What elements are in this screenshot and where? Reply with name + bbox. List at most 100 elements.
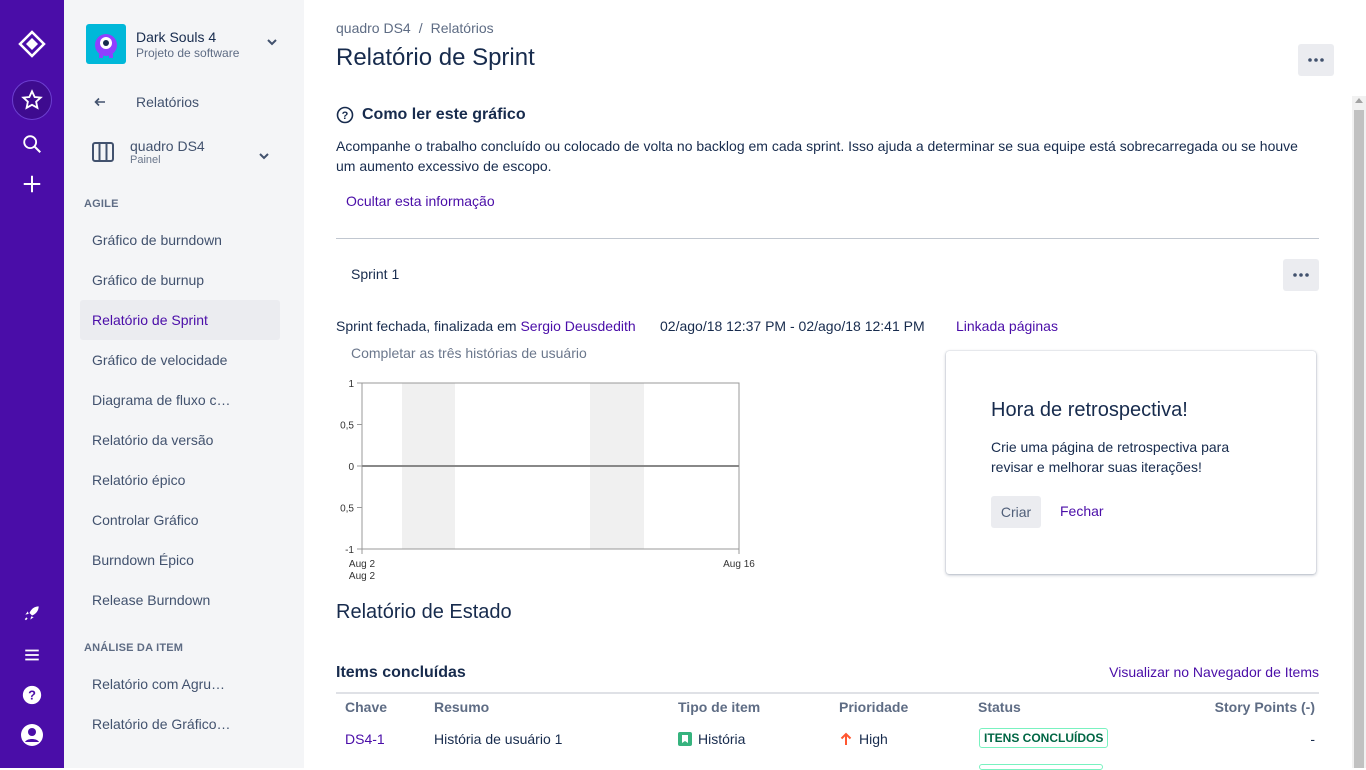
y-tick-label: 0,5 [340,421,354,432]
section-heading-agile: AGILE [84,198,119,210]
sprint-chart: 1 0,5 0 0,5 -1 Aug 2 Aug 16 Aug 2 [340,379,755,582]
x-tick-label: Aug 16 [723,559,755,570]
star-icon[interactable] [12,80,52,120]
svg-text:?: ? [28,688,36,703]
board-icon [92,142,114,162]
linked-pages-link[interactable]: Linkada páginas [956,318,1058,334]
sidebar-item-grouped-report[interactable]: Relatório com Agru… [80,664,280,704]
section-heading-analysis: ANÁLISE DA ITEM [84,642,184,654]
project-type: Projeto de software [136,45,240,60]
sprint-goal: Completar as três histórias de usuário [351,345,587,361]
sprint-user-link[interactable]: Sergio Deusdedith [520,318,635,334]
sidebar-item-sprint-report[interactable]: Relatório de Sprint [80,300,280,340]
y-tick-label: 1 [348,379,354,390]
issue-navigator-link[interactable]: Visualizar no Navegador de Items [1109,664,1319,680]
rocket-icon[interactable] [12,593,52,633]
project-sidebar: Dark Souls 4 Projeto de software Relatór… [64,0,304,768]
breadcrumb-board[interactable]: quadro DS4 [336,20,411,36]
column-header-summary[interactable]: Resumo [434,699,489,715]
chevron-down-icon[interactable] [266,36,278,51]
report-description: Acompanhe o trabalho concluído ou coloca… [336,138,1298,174]
y-tick-label: 0 [348,462,354,473]
arrow-left-icon [94,97,105,107]
chevron-down-icon[interactable] [258,150,270,165]
column-header-priority[interactable]: Prioridade [839,699,908,715]
sidebar-item-epic-report[interactable]: Relatório épico [80,460,280,500]
issue-priority: High [839,731,888,747]
sidebar-item-control-chart[interactable]: Controlar Gráfico [80,500,280,540]
sidebar-item-epic-burndown[interactable]: Burndown Épico [80,540,280,580]
column-header-story-points[interactable]: Story Points (-) [1215,699,1315,715]
scrollbar[interactable] [1352,96,1366,768]
main-content: quadro DS4 / Relatórios Relatório de Sprin… [304,0,1352,770]
y-tick-label: 0,5 [340,504,354,515]
issue-priority-label: High [859,731,888,747]
menu-icon[interactable] [12,635,52,675]
sidebar-item-burnup[interactable]: Gráfico de burnup [80,260,280,300]
svg-text:?: ? [342,110,349,122]
back-to-reports[interactable]: Relatórios [94,94,199,110]
question-circle-icon: ? [336,106,354,124]
divider [336,238,1319,239]
issue-type: História [678,731,745,747]
sprint-dates: 02/ago/18 12:37 PM - 02/ago/18 12:41 PM [660,318,925,334]
retrospective-card: Hora de retrospectiva! Crie uma página d… [946,351,1316,574]
project-avatar [86,24,126,64]
completed-items-heading: Items concluídas [336,664,466,681]
sprint-status: Sprint fechada, finalizada em Sergio Deu… [336,318,636,334]
search-icon[interactable] [12,124,52,164]
user-icon[interactable] [12,715,52,755]
status-report-heading: Relatório de Estado [336,601,512,623]
column-header-status[interactable]: Status [978,699,1021,715]
global-navigation: ? [0,0,64,768]
project-name: Dark Souls 4 [136,28,217,45]
sidebar-item-burndown[interactable]: Gráfico de burndown [80,220,280,260]
story-icon [678,732,692,746]
breadcrumb: quadro DS4 / Relatórios [336,20,494,36]
issue-summary: História de usuário 1 [434,731,563,747]
board-switcher[interactable]: quadro DS4 Painel [92,138,205,166]
sidebar-item-velocity[interactable]: Gráfico de velocidade [80,340,280,380]
status-badge [979,764,1103,770]
sidebar-item-version-report[interactable]: Relatório da versão [80,420,280,460]
close-button[interactable]: Fechar [1060,503,1104,519]
issue-key-link[interactable]: DS4-1 [345,731,385,747]
create-button[interactable]: Criar [991,496,1041,528]
breadcrumb-separator: / [418,20,423,36]
help-icon[interactable]: ? [12,675,52,715]
x-tick-label: Aug 2 [349,559,376,570]
board-name: quadro DS4 [130,138,205,154]
column-header-type[interactable]: Tipo de item [678,699,760,715]
scroll-up-arrow-icon[interactable] [1355,98,1363,103]
sprint-status-text: Sprint fechada, finalizada em [336,318,517,334]
sprint-selector[interactable]: Sprint 1 [351,266,399,282]
hide-info-link[interactable]: Ocultar esta informação [346,193,495,209]
retro-title: Hora de retrospectiva! [991,399,1188,421]
more-icon [1293,273,1309,277]
board-subtitle: Painel [130,154,161,166]
page-more-button[interactable] [1298,44,1334,76]
priority-high-icon [840,732,852,745]
sprint-more-button[interactable] [1283,259,1319,291]
jira-logo-icon[interactable] [12,24,52,64]
breadcrumb-reports[interactable]: Relatórios [431,20,494,36]
page-title: Relatório de Sprint [336,44,535,71]
issue-type-label: História [698,731,746,747]
plus-icon[interactable] [12,164,52,204]
status-badge: ITENS CONCLUÍDOS [979,728,1109,748]
how-to-heading: Como ler este gráfico [362,106,526,123]
more-icon [1308,58,1324,62]
project-switcher[interactable]: Dark Souls 4 Projeto de software [86,24,239,64]
how-to-read: ? Como ler este gráfico [336,106,526,124]
column-header-key[interactable]: Chave [345,699,387,715]
retro-body: Crie uma página de retrospectiva para re… [991,439,1230,475]
x-sublabel: Aug 2 [349,571,376,582]
sidebar-item-cumulative-flow[interactable]: Diagrama de fluxo c… [80,380,280,420]
scrollbar-thumb[interactable] [1354,110,1364,768]
y-tick-label: -1 [345,545,354,556]
sidebar-item-chart-report[interactable]: Relatório de Gráfico… [80,704,280,744]
sidebar-item-release-burndown[interactable]: Release Burndown [80,580,280,620]
table-header-divider [336,692,1319,694]
story-points-value: - [1310,731,1315,747]
back-label: Relatórios [136,94,200,110]
